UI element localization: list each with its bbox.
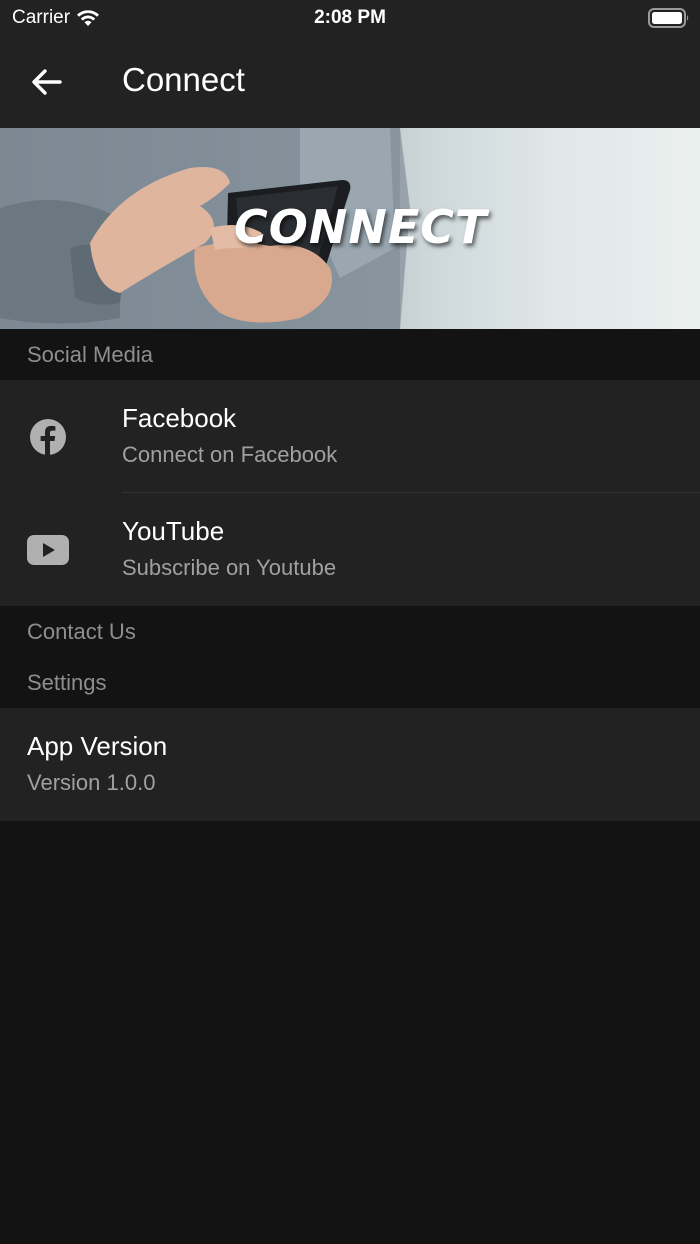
hero-title: CONNECT: [234, 200, 488, 254]
list-item-title: YouTube: [122, 516, 225, 546]
list-item-youtube[interactable]: YouTube Subscribe on Youtube: [0, 493, 700, 606]
hero-banner: CONNECT: [0, 128, 700, 329]
social-media-list: Facebook Connect on Facebook YouTube Sub…: [0, 380, 700, 606]
youtube-icon: [27, 530, 69, 570]
status-bar: Carrier 2:08 PM: [0, 0, 700, 36]
section-label: Contact Us: [27, 619, 136, 644]
app-version-row: App Version Version 1.0.0: [0, 708, 700, 821]
back-button[interactable]: [22, 60, 70, 104]
app-version-value: Version 1.0.0: [27, 770, 156, 795]
section-header-contact-us[interactable]: Contact Us: [0, 606, 700, 657]
list-item-title: Facebook: [122, 403, 237, 433]
app-version-title: App Version: [27, 731, 168, 761]
list-item-subtitle: Subscribe on Youtube: [122, 555, 337, 580]
section-label: Social Media: [27, 342, 153, 367]
battery-icon: [648, 8, 690, 33]
list-item-subtitle: Connect on Facebook: [122, 442, 338, 467]
section-header-settings: Settings: [0, 657, 700, 708]
arrow-left-icon: [32, 69, 62, 95]
section-header-social-media: Social Media: [0, 329, 700, 380]
list-item-facebook[interactable]: Facebook Connect on Facebook: [0, 380, 700, 493]
navigation-bar: Connect: [0, 36, 700, 128]
page-title: Connect: [122, 61, 245, 98]
clock: 2:08 PM: [314, 7, 386, 28]
section-label: Settings: [27, 670, 107, 695]
facebook-icon: [27, 417, 69, 457]
settings-list: App Version Version 1.0.0: [0, 708, 700, 821]
